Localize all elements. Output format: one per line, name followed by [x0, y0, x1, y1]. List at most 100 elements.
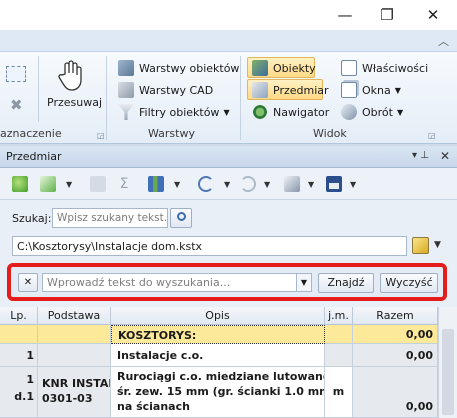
- insert-icon[interactable]: [40, 176, 56, 192]
- search-input[interactable]: Wpisz szukany tekst...: [52, 208, 168, 228]
- windows-icon: [341, 82, 357, 98]
- chevron-down-icon[interactable]: ▼: [350, 180, 356, 189]
- layers-button[interactable]: Warstwy obiektów: [118, 58, 239, 78]
- ribbon-collapse-bar: ︿: [0, 30, 457, 52]
- objects-icon: [252, 60, 268, 76]
- header-opis[interactable]: Opis: [111, 307, 325, 325]
- cad-layers-icon: [118, 82, 134, 98]
- rotate-button[interactable]: Obrót ▼: [341, 102, 428, 122]
- chevron-down-icon: ▼: [223, 107, 230, 117]
- table-row-cell[interactable]: 0,00: [353, 325, 438, 344]
- table-row-cell[interactable]: [38, 344, 111, 367]
- close-window-button[interactable]: ✕: [410, 0, 456, 30]
- lp-number: 1: [26, 373, 34, 386]
- magnifier-icon: [176, 212, 186, 221]
- table-row-cell[interactable]: KOSZTORYS:: [111, 325, 325, 344]
- table-row-cell[interactable]: Rurociągi c.o. miedziane lutowane o śr. …: [111, 367, 325, 418]
- chevron-down-icon[interactable]: ▼: [264, 180, 270, 189]
- widok-col1: Obiekty Przedmiar Nawigator: [252, 58, 329, 122]
- chevron-down-icon[interactable]: ▼: [308, 180, 314, 189]
- properties-label: Właściwości: [362, 61, 429, 75]
- table-row-cell[interactable]: [38, 325, 111, 344]
- find-button[interactable]: Znajdź: [318, 273, 374, 293]
- panel-pin-icon[interactable]: ▾ ⊥: [412, 150, 429, 161]
- save-icon[interactable]: [326, 176, 342, 192]
- navigator-button[interactable]: Nawigator: [252, 102, 329, 122]
- przedmiar-button[interactable]: Przedmiar: [252, 80, 329, 100]
- table-row-cell[interactable]: [325, 325, 353, 344]
- sum-icon[interactable]: Σ: [116, 176, 132, 192]
- undo-icon[interactable]: [198, 176, 214, 192]
- header-razem[interactable]: Razem: [353, 307, 438, 325]
- structure-icon[interactable]: [148, 176, 164, 192]
- properties-button[interactable]: Właściwości: [341, 58, 428, 78]
- header-lp[interactable]: Lp.: [0, 307, 38, 325]
- windows-label: Okna: [362, 83, 391, 97]
- table-row-cell[interactable]: [325, 344, 353, 367]
- find-clear-icon[interactable]: ✕: [18, 273, 38, 292]
- chevron-down-icon[interactable]: ▼: [66, 180, 72, 189]
- table-row-cell[interactable]: 0,00: [353, 367, 438, 418]
- objects-label: Obiekty: [273, 61, 316, 75]
- przedmiar-label: Przedmiar: [273, 83, 329, 97]
- rotate-icon: [341, 104, 357, 120]
- table-row-cell[interactable]: m: [325, 367, 353, 418]
- podstawa-line2: 0301-03: [42, 392, 93, 405]
- table-row-cell[interactable]: 1 d.1: [0, 367, 38, 418]
- opis-line1: Rurociągi c.o. miedziane lutowane o: [117, 370, 325, 383]
- layers-icon: [118, 60, 134, 76]
- group-launcher-icon[interactable]: ◲: [428, 131, 436, 140]
- minimize-button[interactable]: —: [322, 0, 368, 30]
- group-label-widok: Widok: [313, 127, 347, 140]
- chevron-down-icon[interactable]: ▼: [434, 240, 441, 250]
- panel-close-icon[interactable]: ✕: [440, 149, 450, 163]
- cad-layers-button[interactable]: Warstwy CAD: [118, 80, 239, 100]
- filter-label: Filtry obiektów: [139, 105, 220, 119]
- opis-line3: na ścianach: [117, 400, 190, 413]
- search-label: Szukaj:: [12, 212, 52, 225]
- vertical-scrollbar[interactable]: [438, 307, 457, 418]
- chevron-down-icon[interactable]: ▼: [174, 180, 180, 189]
- objects-button[interactable]: Obiekty: [252, 58, 329, 78]
- header-jm[interactable]: j.m.: [325, 307, 353, 325]
- delete-icon[interactable]: ✖: [10, 96, 23, 114]
- lp-sub: d.1: [14, 390, 34, 403]
- windows-button[interactable]: Okna ▼: [341, 80, 428, 100]
- chevron-down-icon[interactable]: ▼: [296, 273, 312, 292]
- table-row-cell[interactable]: [0, 325, 38, 344]
- table-row-cell[interactable]: 1: [0, 344, 38, 367]
- chevron-down-icon: ▼: [394, 85, 401, 95]
- opis-line2: śr. zew. 15 mm (gr. ścianki 1.0 mm): [117, 385, 325, 398]
- scrollbar-thumb[interactable]: [442, 329, 454, 415]
- hand-pan-icon[interactable]: [56, 60, 84, 92]
- select-area-icon[interactable]: [6, 66, 26, 82]
- podstawa-line1: KNR INSTAL: [42, 377, 111, 390]
- search-button[interactable]: [170, 208, 192, 228]
- panel-title: Przedmiar: [6, 150, 62, 163]
- ribbon-separator: [38, 56, 39, 122]
- add-icon[interactable]: [12, 176, 28, 192]
- clear-button[interactable]: Wyczyść: [380, 273, 438, 293]
- collapse-ribbon-icon[interactable]: ︿: [438, 33, 449, 49]
- chevron-down-icon: ▼: [396, 107, 404, 117]
- ribbon-separator: [240, 56, 241, 140]
- table-row-cell[interactable]: 0,00: [353, 344, 438, 367]
- move-up-icon[interactable]: [90, 176, 106, 192]
- group-label-zaznaczenie: aznaczenie: [0, 127, 62, 140]
- pan-button-label[interactable]: Przesuwaj: [47, 96, 102, 109]
- object-filter-button[interactable]: Filtry obiektów ▼: [118, 102, 239, 122]
- open-folder-icon[interactable]: [412, 237, 429, 254]
- navigator-label: Nawigator: [273, 105, 330, 119]
- group-launcher-icon[interactable]: ◲: [97, 131, 105, 140]
- properties-icon: [341, 60, 357, 76]
- table-row-cell[interactable]: Instalacje c.o.: [111, 344, 325, 367]
- options-icon[interactable]: [284, 176, 300, 192]
- header-podstawa[interactable]: Podstawa: [38, 307, 111, 325]
- restore-button[interactable]: ❐: [364, 0, 410, 30]
- table-row-cell[interactable]: KNR INSTAL 0301-03: [38, 367, 111, 418]
- panel-header: [0, 146, 457, 168]
- chevron-down-icon[interactable]: ▼: [224, 180, 230, 189]
- file-path-field[interactable]: C:\Kosztorysy\Instalacje dom.kstx: [12, 236, 407, 256]
- redo-icon[interactable]: [240, 176, 256, 192]
- find-text-input[interactable]: Wprowadź tekst do wyszukania...: [42, 273, 296, 292]
